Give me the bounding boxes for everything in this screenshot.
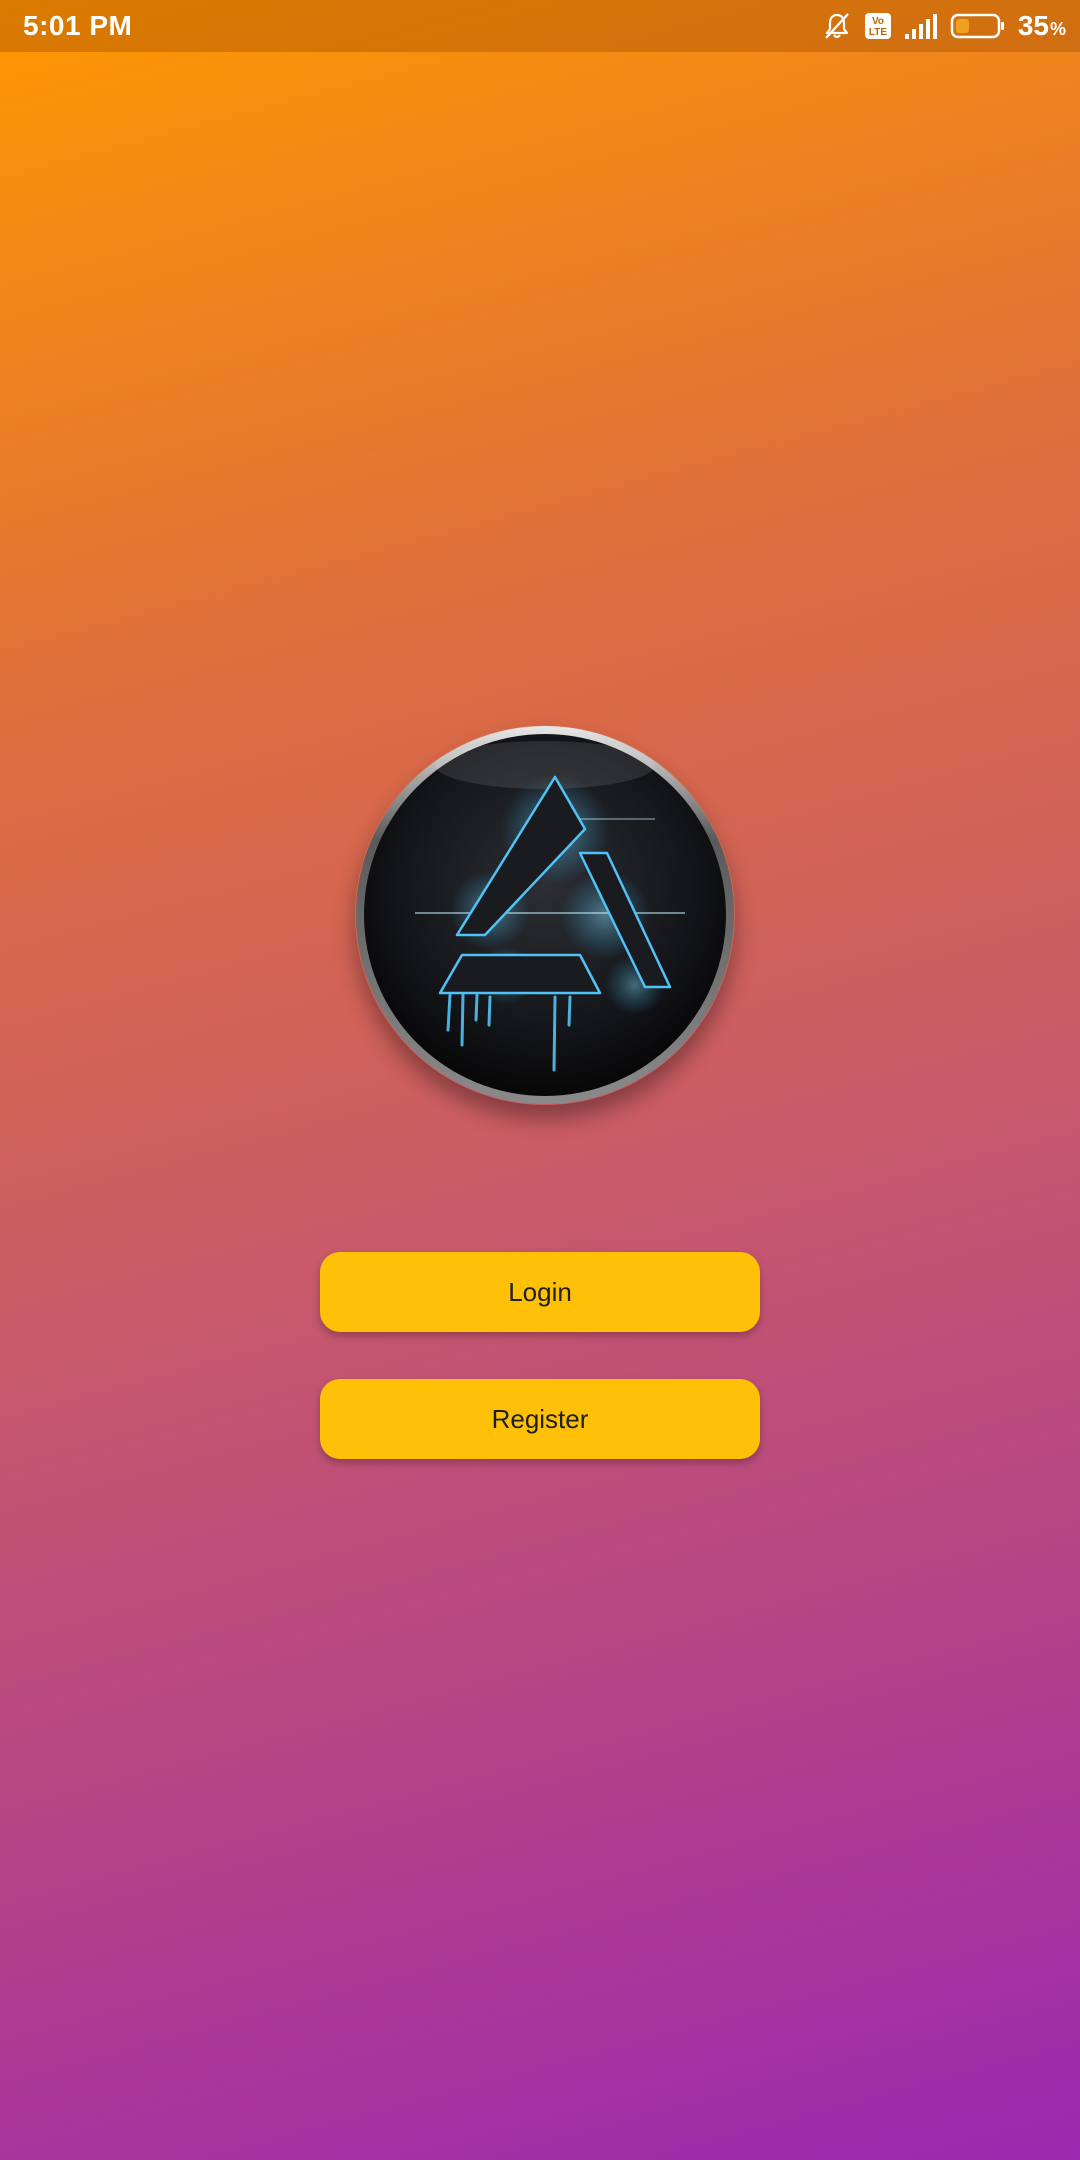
- volte-label-top: Vo: [872, 16, 884, 27]
- status-time: 5:01 PM: [23, 10, 133, 41]
- battery-icon: [950, 12, 1006, 40]
- volte-icon: Vo LTE: [864, 12, 892, 40]
- status-icons: Vo LTE 35%: [822, 8, 1066, 44]
- battery-percent: 35%: [1018, 10, 1066, 42]
- signal-icon: [904, 12, 938, 40]
- notifications-off-icon: [822, 11, 852, 41]
- battery-percent-sign: %: [1049, 19, 1066, 39]
- status-bar: 5:01 PM Vo LTE 35 %: [0, 0, 1080, 52]
- login-button[interactable]: Login: [320, 1252, 760, 1332]
- register-button[interactable]: Register: [320, 1379, 760, 1459]
- volte-label-bottom: LTE: [869, 27, 887, 38]
- battery-percent-value: 35: [1017, 10, 1049, 41]
- app-logo: [355, 725, 735, 1105]
